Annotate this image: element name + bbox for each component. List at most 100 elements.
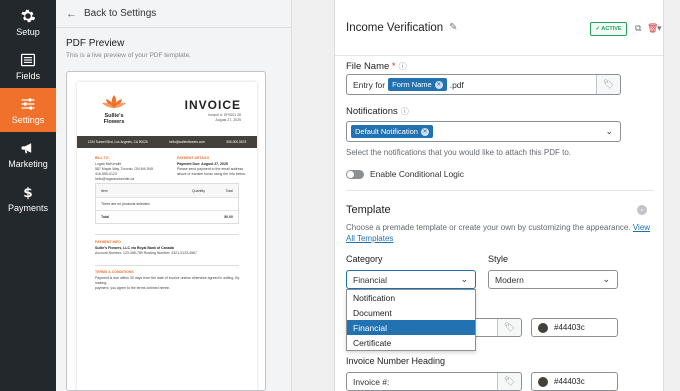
notifications-label: Notifications ⓘ <box>346 106 409 117</box>
category-option[interactable]: Notification <box>347 290 475 305</box>
settings-area: Income Verification ✎ ✓ ACTIVE ⧉ 🗑 ▾ Fil… <box>292 0 680 391</box>
smart-tag[interactable]: Form Name ✕ <box>388 78 447 91</box>
nav-payments-label: Payments <box>7 202 49 213</box>
nav-marketing[interactable]: Marketing <box>0 132 56 176</box>
style-select[interactable]: Modern ⌄ <box>488 270 618 289</box>
style-label: Style <box>488 254 509 264</box>
payment-note2: above or transfer funds using the info b… <box>177 172 246 176</box>
duplicate-icon[interactable]: ⧉ <box>635 23 641 34</box>
tag-label: Form Name <box>392 80 432 89</box>
band-email: hello@sulliesflowers.com <box>169 140 205 144</box>
megaphone-icon <box>21 142 32 153</box>
smart-tags-button[interactable]: 🏷 <box>596 75 620 94</box>
category-option[interactable]: Certificate <box>347 335 475 350</box>
file-name-input[interactable]: Entry for Form Name ✕ .pdf 🏷 <box>346 74 621 95</box>
svg-text:$: $ <box>23 184 32 199</box>
payment-info2: Account Number: 123-456-789 Routing Numb… <box>95 251 197 255</box>
notifications-select[interactable]: Default Notification ✕ ⌄ <box>346 121 621 142</box>
color-value: #44403c <box>554 323 585 332</box>
panel-header: Income Verification ✎ ✓ ACTIVE ⧉ 🗑 ▾ <box>335 0 663 56</box>
color-picker[interactable]: #44403c <box>531 372 618 391</box>
fields-icon <box>20 53 36 66</box>
payment-info-label: PAYMENT INFO <box>95 240 121 244</box>
smart-tags-button[interactable]: 🏷 <box>497 373 521 390</box>
payment-details-block: Payment Due: August 27, 2025 Please send… <box>177 162 246 177</box>
template-section-title: Template <box>346 204 391 216</box>
color-swatch <box>538 323 548 333</box>
invoice-heading-value: Invoice #: <box>353 376 390 387</box>
section-divider <box>346 190 654 191</box>
nav-marketing-label: Marketing <box>8 158 48 169</box>
bill-to-block: Logan McKendle 587 Maple Way, Toronto, O… <box>95 162 153 182</box>
divider <box>95 234 239 235</box>
category-label: Category <box>346 254 383 264</box>
tag-icon: 🏷 <box>602 79 615 89</box>
pdf-preview-frame[interactable]: Sullie's Flowers INVOICE Invoice #: SF00… <box>66 71 266 391</box>
terms-label: TERMS & CONDITIONS <box>95 270 134 274</box>
pdf-page: Sullie's Flowers INVOICE Invoice #: SF00… <box>77 82 257 390</box>
chevron-down-icon: ⌄ <box>605 126 613 136</box>
arrow-left-icon: ← <box>66 7 77 20</box>
panel-title: Income Verification <box>346 21 444 34</box>
lotus-logo-icon <box>102 95 126 108</box>
required-marker: * <box>389 61 396 72</box>
logo-name: Sullie's Flowers <box>103 113 125 125</box>
category-option-selected[interactable]: Financial <box>347 320 475 335</box>
category-select[interactable]: Financial ⌄ <box>346 270 476 289</box>
nav-settings[interactable]: Settings <box>0 88 56 132</box>
preview-panel: ← Back to Settings PDF Preview This is a… <box>56 0 292 391</box>
category-option[interactable]: Document <box>347 305 475 320</box>
gear-icon <box>21 9 36 22</box>
back-to-settings-link[interactable]: ← Back to Settings <box>56 0 291 28</box>
remove-tag-icon[interactable]: ✕ <box>420 127 429 136</box>
preview-title: PDF Preview <box>66 38 125 49</box>
nav-setup[interactable]: Setup <box>0 0 56 44</box>
table-total-value: $0.00 <box>224 215 233 219</box>
notifications-description: Select the notifications that you would … <box>346 148 572 157</box>
back-label: Back to Settings <box>84 8 157 19</box>
collapse-chevron-icon[interactable]: ⌄ <box>637 205 647 215</box>
file-name-label: File Name * ⓘ <box>346 61 407 72</box>
payment-details-label: PAYMENT DETAILS <box>177 156 210 160</box>
items-table: Item Quantity Total There are no product… <box>95 183 239 224</box>
notification-tag-label: Default Notification <box>355 127 418 136</box>
smart-tags-button[interactable]: 🏷 <box>497 319 521 336</box>
invoice-title: INVOICE <box>184 98 241 112</box>
nav-settings-label: Settings <box>11 114 45 125</box>
table-total-header: Total <box>225 188 233 193</box>
pdf-settings-panel: Income Verification ✎ ✓ ACTIVE ⧉ 🗑 ▾ Fil… <box>334 0 664 391</box>
table-item-header: Item <box>101 188 108 193</box>
chevron-down-icon: ⌄ <box>460 274 468 284</box>
band-address: 1234 Sunset Blvd, Los Angeles, CA 90026 <box>87 140 148 144</box>
notifications-label-text: Notifications <box>346 106 398 117</box>
invoice-heading-label: Invoice Number Heading <box>346 356 446 366</box>
invoice-date: August 27, 2025 <box>215 118 242 122</box>
invoice-heading-input[interactable]: Invoice #: 🏷 <box>346 372 522 391</box>
table-total-row: Total $0.00 <box>96 210 238 223</box>
category-dropdown: Notification Document Financial Certific… <box>346 289 476 351</box>
color-picker[interactable]: #44403c <box>531 318 618 337</box>
nav-fields[interactable]: Fields <box>0 44 56 88</box>
notification-tag[interactable]: Default Notification ✕ <box>351 125 433 138</box>
conditional-logic-toggle[interactable] <box>346 170 364 179</box>
terms-block: Payment is due within 30 days from the d… <box>95 276 245 291</box>
dollar-icon: $ <box>23 184 32 199</box>
style-value: Modern <box>495 274 524 285</box>
contact-band: 1234 Sunset Blvd, Los Angeles, CA 90026 … <box>77 136 257 148</box>
divider <box>95 265 239 266</box>
nav-fields-label: Fields <box>15 70 40 81</box>
band-phone: 555-000-5678 <box>226 140 247 144</box>
help-icon[interactable]: ⓘ <box>401 107 409 116</box>
category-value: Financial <box>353 274 388 285</box>
pencil-icon[interactable]: ✎ <box>449 22 457 33</box>
help-icon[interactable]: ⓘ <box>399 62 407 71</box>
template-description: Choose a premade template or create your… <box>346 222 656 244</box>
file-name-prefix: Entry for <box>353 79 386 90</box>
bill-to-line3: hello@loganmckendle.ca <box>95 177 135 181</box>
remove-tag-icon[interactable]: ✕ <box>434 80 443 89</box>
status-badge[interactable]: ✓ ACTIVE <box>590 22 627 36</box>
chevron-down-icon[interactable]: ▾ <box>657 23 662 34</box>
nav-payments[interactable]: $ Payments <box>0 176 56 220</box>
table-empty-message: There are no products selected. <box>101 202 151 206</box>
table-qty-header: Quantity <box>191 188 205 193</box>
